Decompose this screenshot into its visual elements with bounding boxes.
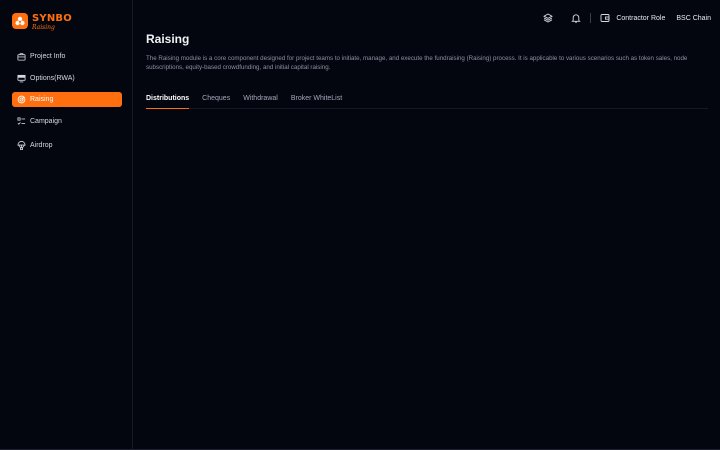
target-icon: [16, 95, 26, 105]
sidebar-item-project-info[interactable]: Project Info: [12, 49, 122, 64]
sidebar-item-campaign[interactable]: Campaign: [12, 114, 122, 129]
layers-icon[interactable]: [542, 12, 554, 24]
sidebar-item-airdrop[interactable]: Airdrop: [12, 138, 122, 153]
briefcase-icon: [16, 52, 26, 62]
sidebar-item-label: Project Info: [30, 53, 66, 60]
sidebar-item-label: Options(RWA): [30, 75, 75, 82]
tab-cheques[interactable]: Cheques: [202, 93, 230, 108]
monitor-icon: [16, 74, 26, 84]
top-bar: Contractor Role BSC Chain: [542, 12, 711, 24]
contractor-role-button[interactable]: Contractor Role: [599, 12, 665, 24]
brand-subtitle: Raising: [32, 24, 55, 31]
app-window: SYNBO Raising Project Info Options(RWA) …: [0, 0, 720, 450]
tab-distributions[interactable]: Distributions: [146, 93, 190, 109]
parachute-icon: [16, 141, 26, 151]
tab-withdrawal[interactable]: Withdrawal: [243, 93, 278, 108]
main-content: Contractor Role BSC Chain Raising The Ra…: [133, 0, 720, 450]
sidebar-item-raising[interactable]: Raising: [12, 92, 122, 107]
page-title: Raising: [146, 32, 190, 46]
tab-bar: Distributions Cheques Withdrawal Broker …: [146, 93, 708, 109]
checklist-icon: [16, 117, 26, 127]
sidebar-item-options-rwa[interactable]: Options(RWA): [12, 71, 122, 86]
brand-name: SYNBO: [32, 13, 72, 24]
tab-broker-whitelist[interactable]: Broker WhiteList: [291, 93, 342, 108]
topbar-divider: [590, 13, 592, 23]
sidebar-item-label: Campaign: [30, 118, 62, 125]
sidebar-item-label: Raising: [30, 96, 54, 103]
wallet-icon: [599, 12, 611, 24]
chain-selector[interactable]: BSC Chain: [676, 15, 711, 22]
role-label: Contractor Role: [616, 14, 666, 22]
page-description: The Raising module is a core component d…: [146, 55, 688, 71]
brand-logo[interactable]: SYNBO Raising: [12, 13, 72, 31]
sidebar-item-label: Airdrop: [30, 142, 53, 149]
bell-icon[interactable]: [570, 12, 582, 24]
sidebar: SYNBO Raising Project Info Options(RWA) …: [0, 0, 133, 450]
synbo-logo-icon: [12, 13, 28, 29]
